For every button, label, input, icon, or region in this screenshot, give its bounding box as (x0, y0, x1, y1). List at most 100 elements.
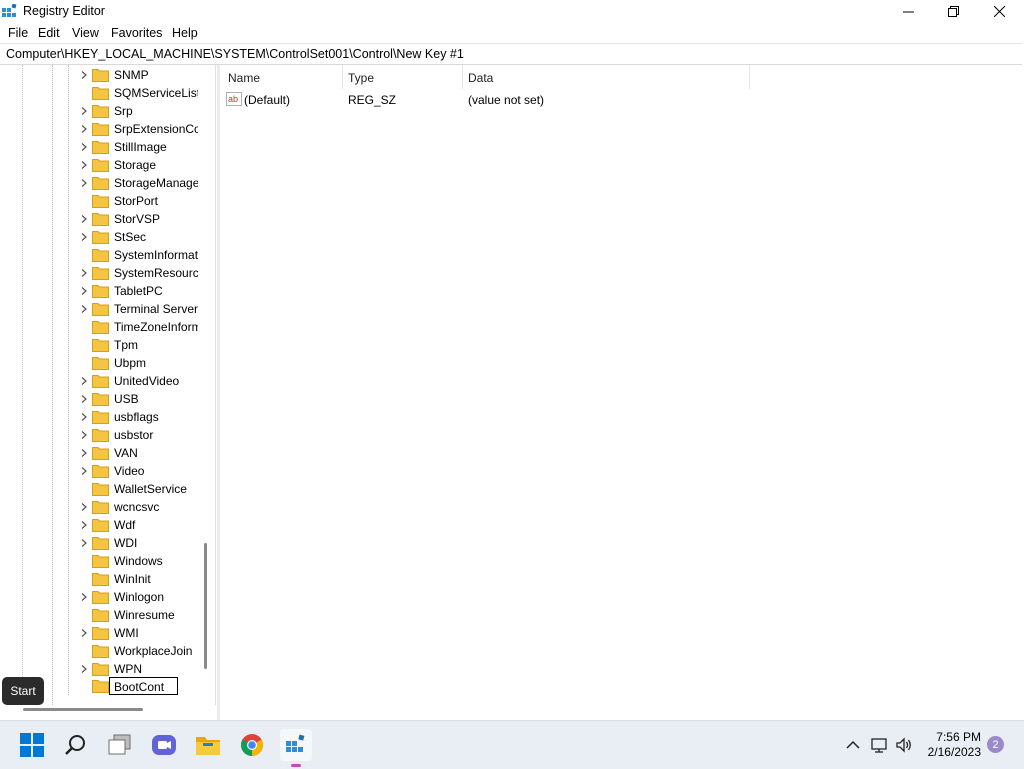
tree-item[interactable]: TabletPC (0, 282, 200, 300)
close-icon (993, 5, 1005, 17)
folder-icon (92, 465, 109, 478)
column-header-name[interactable]: Name (228, 71, 260, 85)
menu-file[interactable]: File (8, 26, 28, 40)
tree-item[interactable]: WalletService (0, 480, 200, 498)
chevron-right-icon[interactable] (80, 665, 88, 673)
tree-item[interactable]: Terminal Server (0, 300, 200, 318)
chevron-right-icon[interactable] (80, 143, 88, 151)
tree-item[interactable]: Wdf (0, 516, 200, 534)
chevron-right-icon[interactable] (80, 377, 88, 385)
chevron-right-icon[interactable] (80, 107, 88, 115)
tree-horizontal-scrollbar-thumb[interactable] (23, 708, 143, 711)
chevron-right-icon[interactable] (80, 539, 88, 547)
chevron-right-icon[interactable] (80, 593, 88, 601)
menu-edit[interactable]: Edit (38, 26, 60, 40)
chevron-right-icon[interactable] (80, 215, 88, 223)
tree-item[interactable]: UnitedVideo (0, 372, 200, 390)
tree-item[interactable]: SQMServiceList (0, 84, 200, 102)
address-bar[interactable]: Computer\HKEY_LOCAL_MACHINE\SYSTEM\Contr… (0, 43, 1022, 65)
start-button[interactable] (16, 729, 48, 761)
tree-item[interactable]: Ubpm (0, 354, 200, 372)
tree-item[interactable]: WDI (0, 534, 200, 552)
chevron-right-icon[interactable] (80, 161, 88, 169)
minimize-icon (902, 11, 914, 12)
chevron-right-icon[interactable] (80, 395, 88, 403)
menu-favorites[interactable]: Favorites (111, 26, 162, 40)
column-header-data[interactable]: Data (468, 71, 493, 85)
tree-item[interactable]: Storage (0, 156, 200, 174)
tree-item-label: StorageManagement (114, 176, 198, 190)
system-clock[interactable]: 7:56 PM 2/16/2023 (928, 730, 981, 760)
title-bar[interactable]: Registry Editor (0, 0, 1024, 22)
tree-item[interactable]: WorkplaceJoin (0, 642, 200, 660)
network-icon[interactable] (870, 735, 890, 755)
tree-item[interactable]: StorVSP (0, 210, 200, 228)
chevron-right-icon[interactable] (80, 413, 88, 421)
value-data: (value not set) (468, 93, 545, 107)
column-separator[interactable] (749, 65, 750, 89)
tree-item[interactable]: SystemInformation (0, 246, 200, 264)
chevron-right-icon[interactable] (80, 71, 88, 79)
chevron-right-icon[interactable] (80, 179, 88, 187)
tree-item-label: usbflags (114, 410, 159, 424)
tree-item-label: WPN (114, 662, 142, 676)
tree-item[interactable]: StorPort (0, 192, 200, 210)
close-button[interactable] (976, 0, 1022, 22)
chrome-button[interactable] (236, 729, 268, 761)
menu-help[interactable]: Help (172, 26, 198, 40)
tree-item[interactable]: WinInit (0, 570, 200, 588)
column-separator[interactable] (342, 65, 343, 89)
chat-button[interactable] (148, 729, 180, 761)
values-list-pane[interactable]: Name Type Data ab (Default) REG_SZ (valu… (220, 65, 1024, 720)
tree-item[interactable]: TimeZoneInformation (0, 318, 200, 336)
chevron-right-icon[interactable] (80, 467, 88, 475)
chevron-right-icon[interactable] (80, 233, 88, 241)
chevron-right-icon[interactable] (80, 287, 88, 295)
restore-button[interactable] (930, 0, 976, 22)
tree-item[interactable]: Winresume (0, 606, 200, 624)
menu-view[interactable]: View (72, 26, 99, 40)
task-view-button[interactable] (104, 729, 136, 761)
chevron-right-icon[interactable] (80, 503, 88, 511)
file-explorer-button[interactable] (192, 729, 224, 761)
tree-item[interactable]: usbflags (0, 408, 200, 426)
tree-item[interactable]: SrpExtensionConfig (0, 120, 200, 138)
chevron-right-icon[interactable] (80, 125, 88, 133)
tree-item[interactable]: VAN (0, 444, 200, 462)
chevron-right-icon[interactable] (80, 449, 88, 457)
tree-item[interactable]: WPN (0, 660, 200, 678)
tree-item[interactable]: Tpm (0, 336, 200, 354)
tree-item[interactable]: SystemResources (0, 264, 200, 282)
tree-item[interactable]: Video (0, 462, 200, 480)
chevron-right-icon[interactable] (80, 431, 88, 439)
rename-key-input[interactable]: BootCont (109, 677, 178, 695)
chevron-right-icon[interactable] (80, 629, 88, 637)
tree-item[interactable]: SNMP (0, 66, 200, 84)
tree-item[interactable]: wcncsvc (0, 498, 200, 516)
tree-item[interactable]: USB (0, 390, 200, 408)
tree-item[interactable]: WMI (0, 624, 200, 642)
tree-item[interactable]: Srp (0, 102, 200, 120)
chevron-right-icon[interactable] (80, 305, 88, 313)
notification-count-badge[interactable]: 2 (987, 736, 1004, 753)
tree-item[interactable]: Windows (0, 552, 200, 570)
tree-item[interactable]: usbstor (0, 426, 200, 444)
tree-item[interactable]: StillImage (0, 138, 200, 156)
tree-item-label: Srp (114, 104, 133, 118)
column-header-type[interactable]: Type (348, 71, 374, 85)
show-hidden-icons-chevron-up-icon[interactable] (843, 735, 863, 755)
chevron-right-icon[interactable] (80, 521, 88, 529)
tree-item[interactable]: StorageManagement (0, 174, 200, 192)
volume-icon[interactable] (894, 735, 914, 755)
value-row-default[interactable]: ab (Default) REG_SZ (value not set) (220, 90, 750, 110)
column-separator[interactable] (462, 65, 463, 89)
chevron-right-icon[interactable] (80, 269, 88, 277)
tree-vertical-scrollbar-thumb[interactable] (204, 543, 207, 669)
tree-item[interactable]: Winlogon (0, 588, 200, 606)
tree-item-label: SystemResources (114, 266, 198, 280)
registry-editor-taskbar-button[interactable] (280, 729, 312, 767)
registry-tree-pane[interactable]: SNMP SQMServiceList Srp SrpExtensionConfig S… (0, 65, 216, 705)
tree-item[interactable]: StSec (0, 228, 200, 246)
search-button[interactable] (60, 729, 92, 761)
minimize-button[interactable] (885, 0, 931, 22)
